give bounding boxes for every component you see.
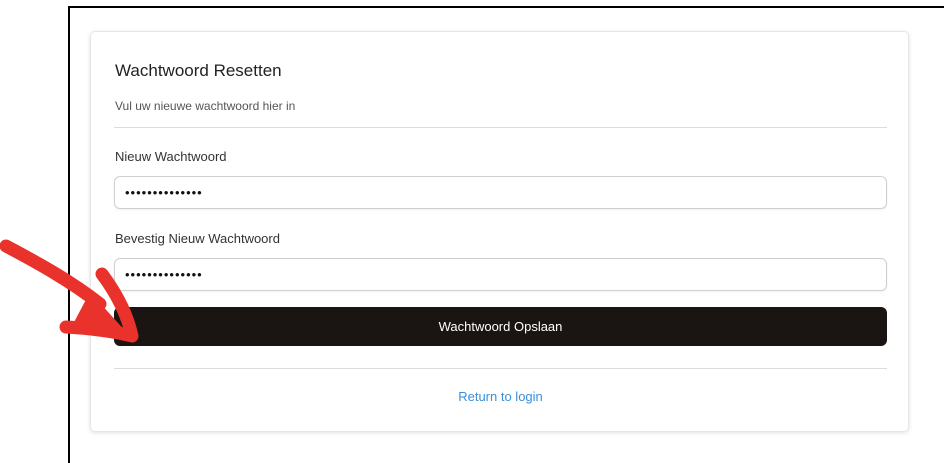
new-password-label: Nieuw Wachtwoord xyxy=(115,149,227,164)
page-title: Wachtwoord Resetten xyxy=(115,61,282,80)
confirm-password-input[interactable] xyxy=(114,258,887,291)
save-password-button[interactable]: Wachtwoord Opslaan xyxy=(114,307,887,346)
red-arrow-icon xyxy=(0,239,139,343)
reset-password-card: Wachtwoord Resetten Vul uw nieuwe wachtw… xyxy=(90,31,909,432)
screenshot-stage: Wachtwoord Resetten Vul uw nieuwe wachtw… xyxy=(0,0,944,463)
divider-bottom xyxy=(114,368,887,369)
new-password-input[interactable] xyxy=(114,176,887,209)
divider-top xyxy=(114,127,887,128)
return-to-login-link[interactable]: Return to login xyxy=(91,389,910,404)
page-subtitle: Vul uw nieuwe wachtwoord hier in xyxy=(115,99,296,113)
